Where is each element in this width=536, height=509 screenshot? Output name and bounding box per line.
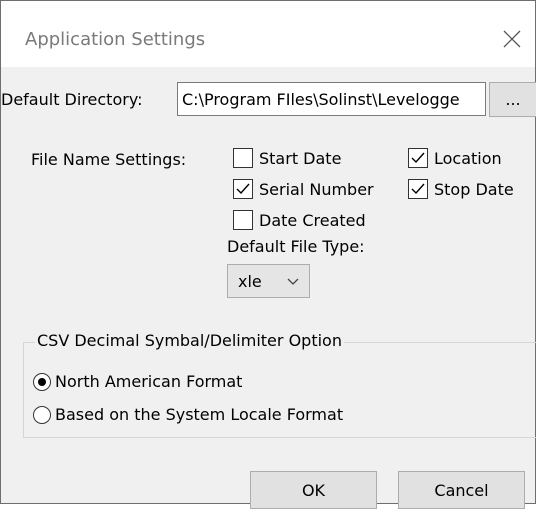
check-icon [411,183,425,195]
title-bar: Application Settings [1,1,535,67]
settings-dialog: Application Settings Default Directory: … [0,0,536,509]
default-directory-label: Default Directory: [1,90,143,109]
file-type-value: xle [238,271,262,291]
close-button[interactable] [489,19,535,59]
date-created-checkbox[interactable]: Date Created [233,210,366,230]
csv-group-title: CSV Decimal Symbal/Delimiter Option [35,331,344,350]
cancel-button-label: Cancel [434,480,489,500]
system-locale-format-radio[interactable]: Based on the System Locale Format [33,405,343,424]
dialog-title: Application Settings [25,29,206,50]
date-created-label: Date Created [259,210,366,230]
serial-number-checkbox[interactable]: Serial Number [233,179,374,199]
location-label: Location [434,148,502,168]
close-icon [503,30,521,48]
chevron-down-icon [287,278,299,285]
system-locale-format-label: Based on the System Locale Format [55,405,344,424]
start-date-label: Start Date [259,148,342,168]
stop-date-label: Stop Date [434,179,514,199]
default-file-type-label: Default File Type: [227,237,365,256]
radio-selected-dot [38,377,46,386]
ok-button[interactable]: OK [250,471,377,509]
check-icon [411,152,425,164]
start-date-checkbox[interactable]: Start Date [233,148,341,168]
browse-button-label: ... [505,90,521,109]
default-directory-input[interactable] [177,82,486,116]
browse-button[interactable]: ... [489,82,536,117]
stop-date-checkbox[interactable]: Stop Date [408,179,514,199]
ok-button-label: OK [301,480,326,500]
file-name-settings-label: File Name Settings: [31,150,187,169]
file-type-select[interactable]: xle [227,264,310,298]
cancel-button[interactable]: Cancel [398,471,525,509]
location-checkbox[interactable]: Location [408,148,502,168]
check-icon [236,183,250,195]
north-american-format-radio[interactable]: North American Format [33,372,242,391]
serial-number-label: Serial Number [259,179,374,199]
north-american-format-label: North American Format [55,372,243,391]
